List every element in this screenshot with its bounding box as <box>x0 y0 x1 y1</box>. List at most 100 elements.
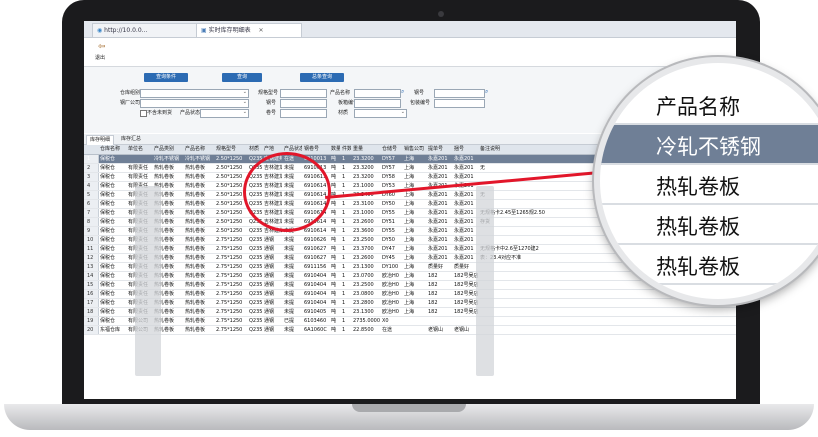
table-cell: Q235 <box>249 300 262 306</box>
search-icon[interactable]: ⌕ <box>401 88 404 96</box>
table-cell: 上海 <box>404 228 415 234</box>
row-number: 14 <box>84 272 99 280</box>
table-cell: 吨 <box>331 183 337 189</box>
column-header[interactable]: 产品名称 <box>185 145 214 154</box>
only-available-checkbox[interactable] <box>140 110 147 117</box>
table-cell: Q235 <box>249 318 262 324</box>
table-cell: 2.50*1250 <box>216 165 243 171</box>
column-header[interactable]: 备注说明 <box>480 145 578 154</box>
table-cell: 质量好 <box>454 264 470 270</box>
column-header[interactable]: 提单号 <box>428 145 452 154</box>
table-row[interactable]: 17保税仓有限责任热轧卷板热轧卷板2.75*1250Q235通钢未提691040… <box>84 299 736 308</box>
status-select[interactable]: ⌄ <box>200 109 249 118</box>
query-condition-button[interactable]: 查询条件 <box>144 73 188 82</box>
row-number: 19 <box>84 317 99 325</box>
table-cell: 保税仓 <box>100 255 116 261</box>
spec-label: 规格型号 <box>258 90 279 96</box>
close-icon[interactable]: ✕ <box>259 27 264 34</box>
column-header[interactable]: 件数 <box>342 145 351 154</box>
warehouse-select[interactable]: ⌄ <box>140 89 249 98</box>
material-select[interactable]: ⌄ <box>354 109 407 118</box>
page-icon: ▣ <box>201 27 207 34</box>
table-cell: 182号吴店 <box>454 273 478 279</box>
magnifier-row: 热轧卷板 <box>600 165 818 205</box>
tab-summary[interactable]: 库存汇总 <box>118 135 144 144</box>
exit-icon[interactable]: ⇦ <box>98 42 106 52</box>
steel-input-2[interactable] <box>434 89 485 98</box>
spec-input[interactable] <box>280 89 327 98</box>
table-cell: 未提 <box>284 264 295 270</box>
table-cell: 热轧卷板 <box>185 228 206 234</box>
search-button[interactable]: 查询 <box>222 73 262 82</box>
column-header[interactable]: 钢卷号 <box>304 145 329 154</box>
column-header[interactable]: 规格型号 <box>216 145 247 154</box>
table-cell: 2.75*1250 <box>216 282 243 288</box>
column-header[interactable]: 销售公司 <box>404 145 426 154</box>
only-available-label: 不含未到货 <box>147 110 173 116</box>
table-cell: 无规格卡2.45至1265规2.50 <box>480 210 545 216</box>
laptop-notch <box>352 404 466 412</box>
table-cell: 2.50*1250 <box>216 219 243 225</box>
table-cell: 182 <box>428 291 438 297</box>
table-cell: 质量好 <box>428 264 444 270</box>
magnifier-row-text: 热轧卷板 <box>656 255 740 279</box>
table-cell: 23.3200 <box>353 174 374 180</box>
table-row[interactable]: 19保税仓有限公司热轧卷板热轧卷板2.75*1250Q235通钢已提610346… <box>84 317 736 326</box>
column-header[interactable]: 仓库名称 <box>100 145 126 154</box>
table-cell: 上海 <box>404 174 415 180</box>
column-header[interactable]: 产品类别 <box>154 145 183 154</box>
package-input[interactable] <box>434 99 485 108</box>
table-cell: 2.75*1250 <box>216 246 243 252</box>
table-cell: 永嘉201 <box>428 210 448 216</box>
table-row[interactable]: 20东福仓库有限公司热轧卷板热轧卷板2.75*1250Q235通钢未提6A106… <box>84 326 736 335</box>
table-cell: 182 <box>428 282 438 288</box>
column-header[interactable]: 材质 <box>249 145 262 154</box>
search-icon[interactable]: ⌕ <box>485 88 488 96</box>
table-cell: 182 <box>428 300 438 306</box>
tab-detail[interactable]: 库存明细 <box>86 135 115 145</box>
table-cell: 22.8500 <box>353 327 374 333</box>
product-input[interactable] <box>354 89 401 98</box>
table-cell: 有限责任 <box>128 165 149 171</box>
table-cell: 保税仓 <box>100 165 116 171</box>
column-header[interactable]: 数量 <box>331 145 340 154</box>
row-number: 13 <box>84 263 99 271</box>
table-row[interactable]: 16保税仓有限责任热轧卷板热轧卷板2.75*1250Q235通钢未提691040… <box>84 290 736 299</box>
table-cell: 永嘉201 <box>428 237 448 243</box>
table-cell: 热轧卷板 <box>185 291 206 297</box>
table-row[interactable]: 18保税仓有限责任热轧卷板热轧卷板2.75*1250Q235通钢未提691040… <box>84 308 736 317</box>
tab-inventory[interactable]: ▣ 实时库存明细表 ✕ <box>196 23 302 37</box>
table-cell: 吨 <box>331 237 337 243</box>
summary-search-button[interactable]: 总条查询 <box>300 73 344 82</box>
table-cell: 永嘉201 <box>454 219 474 225</box>
column-header[interactable]: 单位名 <box>128 145 152 154</box>
column-header[interactable]: 捆号 <box>454 145 478 154</box>
mill-select[interactable]: ⌄ <box>140 99 249 108</box>
table-cell: 上海 <box>404 156 415 162</box>
column-header[interactable]: 重量 <box>353 145 380 154</box>
table-cell: 23.1300 <box>353 309 374 315</box>
table-cell: 热轧卷板 <box>185 219 206 225</box>
table-cell: 吨 <box>331 255 337 261</box>
table-cell: 永嘉201 <box>428 201 448 207</box>
table-cell: 欧冶H0 <box>382 273 399 279</box>
table-cell: 吨 <box>331 228 337 234</box>
table-cell: 未提 <box>284 291 295 297</box>
column-header[interactable]: 仓储号 <box>382 145 402 154</box>
table-cell: 热轧卷板 <box>185 237 206 243</box>
steel-label-2: 钢号 <box>414 90 425 96</box>
table-cell: 保税仓 <box>100 282 116 288</box>
carton-input[interactable] <box>354 99 401 108</box>
table-cell: 未提 <box>284 273 295 279</box>
exit-button[interactable]: 退出 <box>95 54 105 61</box>
table-cell: 1 <box>342 327 346 333</box>
tab-browser[interactable]: ◉ http://10.0.0... <box>92 23 198 37</box>
table-cell: 23.2500 <box>353 237 374 243</box>
table-cell: 永嘉201 <box>454 201 474 207</box>
table-cell: 182 <box>428 273 438 279</box>
highlight-circle <box>243 152 331 232</box>
row-number: 3 <box>84 173 99 181</box>
coil-input[interactable] <box>280 109 327 118</box>
table-cell: DY55 <box>382 210 395 216</box>
steel-grade-input[interactable] <box>280 99 327 108</box>
